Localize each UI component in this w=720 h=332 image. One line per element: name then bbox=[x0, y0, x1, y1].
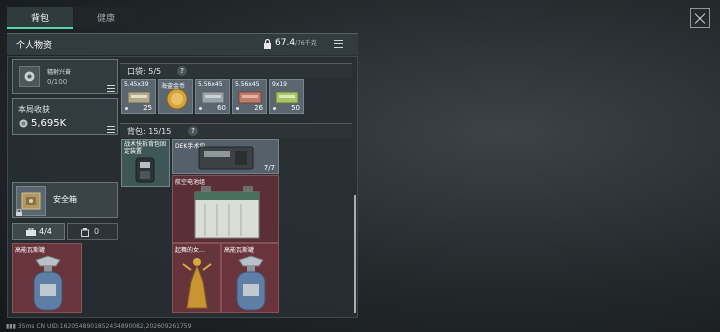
item-count: 60 bbox=[217, 104, 226, 112]
item-label: 起舞的女... bbox=[175, 247, 205, 254]
rarity-dot bbox=[273, 107, 276, 110]
tab-health[interactable]: 健康 bbox=[75, 7, 137, 27]
help-icon[interactable]: ? bbox=[177, 66, 187, 76]
item-label: 5.45x39 bbox=[124, 81, 149, 88]
uid-text: CN UID:1620548901852434890082,2026092617… bbox=[36, 323, 192, 330]
item-label: 高能瓦斯罐 bbox=[224, 247, 255, 254]
menu-icon[interactable] bbox=[107, 85, 115, 92]
surgery-kit-icon bbox=[198, 146, 254, 170]
menu-icon[interactable] bbox=[107, 126, 115, 133]
backpack-header: 背包: 15/15 ? bbox=[120, 123, 352, 138]
ping-value: 35ms bbox=[17, 323, 35, 330]
lock-icon bbox=[16, 209, 22, 216]
help-icon[interactable]: ? bbox=[188, 126, 198, 136]
container-count: 0 bbox=[94, 227, 100, 236]
menu-icon[interactable] bbox=[334, 40, 343, 48]
gas-canister-icon bbox=[236, 255, 266, 311]
earnings-panel: 本局收获 5,695K bbox=[12, 98, 118, 135]
tactical-gear-icon bbox=[135, 157, 155, 183]
item-label: 战术快拆背包固定装置 bbox=[124, 141, 167, 155]
weight-value: 67.4 bbox=[275, 38, 296, 48]
earnings-value: 5,695K bbox=[31, 118, 67, 129]
backpack-item[interactable]: 起舞的女... bbox=[172, 243, 221, 313]
item-label: 高能瓦斯罐 bbox=[15, 247, 46, 254]
tab-label: 健康 bbox=[96, 13, 115, 24]
status-bar: ▮▮▮ 35ms CN UID:1620548901852434890082,2… bbox=[6, 323, 191, 330]
item-label: 5.56x45 bbox=[198, 81, 223, 88]
ammo-box-icon bbox=[275, 91, 299, 104]
weight-max: /76千克 bbox=[295, 40, 317, 47]
tab-backpack[interactable]: 背包 bbox=[7, 7, 73, 29]
item-label: 9x19 bbox=[272, 81, 288, 88]
scrollbar[interactable] bbox=[354, 195, 356, 313]
case-counter-button[interactable]: 4/4 bbox=[12, 223, 65, 240]
battery-icon bbox=[194, 186, 260, 239]
item-count: 7/7 bbox=[263, 164, 275, 172]
radiation-label: 辐射兴奋 bbox=[47, 69, 72, 76]
close-button[interactable] bbox=[690, 8, 710, 28]
personal-supplies-title: 个人物资 bbox=[16, 41, 53, 51]
item-label: 5.56x45 bbox=[235, 81, 260, 88]
ammo-box-icon bbox=[238, 91, 262, 104]
container-icon bbox=[81, 228, 89, 237]
pocket-title: 口袋: 5/5 bbox=[127, 67, 162, 76]
backpack-item[interactable]: 战术快拆背包固定装置 bbox=[121, 139, 170, 187]
pocket-item[interactable]: 海盗金币 bbox=[158, 79, 193, 114]
golden-statue-icon bbox=[182, 258, 212, 309]
item-count: 25 bbox=[143, 104, 152, 112]
pocket-item[interactable]: 5.45x39 25 bbox=[121, 79, 156, 114]
item-count: 26 bbox=[254, 104, 263, 112]
backpack-item[interactable]: 航空电池组 bbox=[172, 175, 279, 243]
earnings-label: 本局收获 bbox=[18, 105, 50, 114]
ammo-box-icon bbox=[127, 91, 151, 104]
container-counter-button[interactable]: 0 bbox=[67, 223, 118, 240]
signal-icon: ▮▮▮ bbox=[6, 323, 16, 330]
pocket-header: 口袋: 5/5 ? bbox=[120, 63, 352, 78]
radiation-slot[interactable]: 辐射兴奋 0/100 bbox=[12, 59, 118, 94]
ammo-box-icon bbox=[201, 91, 225, 104]
radiation-value: 0/100 bbox=[47, 78, 68, 86]
weight-readout: 67.4/76千克 bbox=[275, 38, 317, 48]
tab-label: 背包 bbox=[30, 13, 49, 24]
coin-icon bbox=[19, 119, 28, 128]
safe-box-label: 安全箱 bbox=[53, 195, 77, 204]
weight-lock-icon bbox=[264, 39, 271, 49]
backpack-item[interactable]: 高能瓦斯罐 bbox=[221, 243, 279, 313]
case-count: 4/4 bbox=[39, 227, 52, 236]
gold-coin-icon bbox=[166, 88, 188, 110]
gas-canister-icon bbox=[33, 255, 63, 311]
safe-box-item[interactable]: 高能瓦斯罐 bbox=[12, 243, 82, 313]
radiation-icon bbox=[19, 66, 40, 87]
safe-box-slot[interactable]: 安全箱 bbox=[12, 182, 118, 218]
backpack-item[interactable]: DEK手术包 7/7 bbox=[172, 139, 279, 174]
personal-supplies-header: 个人物资 67.4/76千克 bbox=[7, 33, 358, 55]
pocket-item[interactable]: 5.56x45 60 bbox=[195, 79, 230, 114]
backpack-title: 背包: 15/15 bbox=[127, 127, 172, 136]
item-count: 50 bbox=[291, 104, 300, 112]
pocket-item[interactable]: 5.56x45 26 bbox=[232, 79, 267, 114]
pocket-item[interactable]: 9x19 50 bbox=[269, 79, 304, 114]
rarity-dot bbox=[236, 107, 239, 110]
rarity-dot bbox=[125, 107, 128, 110]
briefcase-icon bbox=[26, 228, 36, 236]
rarity-dot bbox=[199, 107, 202, 110]
